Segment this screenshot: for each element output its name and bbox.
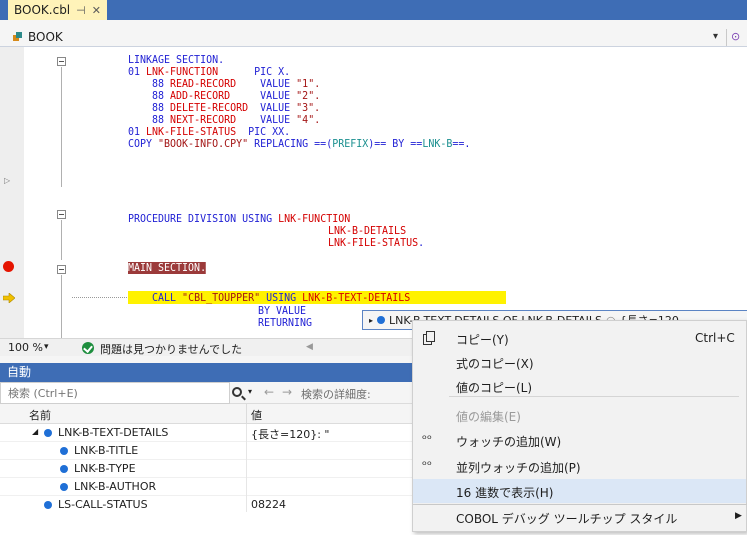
code-line: 88 DELETE-RECORD VALUE "3". — [128, 102, 321, 114]
close-icon[interactable]: ✕ — [92, 4, 101, 17]
tab-book-cbl[interactable]: BOOK.cbl ⊣ ✕ — [8, 0, 107, 20]
row-name: LNK-B-TEXT-DETAILS — [58, 426, 169, 439]
menu-item-copy-value[interactable]: 値のコピー(L) — [413, 374, 746, 398]
code-editor[interactable]: ▷ LINKAGE SECTION. 01 LNK-FUNCTION PIC X… — [0, 47, 747, 338]
menu-item-edit-value: 値の編集(E) — [456, 410, 521, 424]
menu-item-add-watch[interactable]: ᵒᵒ ウォッチの追加(W) — [413, 428, 746, 452]
code-line: BY VALUE — [258, 305, 307, 317]
column-header-value[interactable]: 値 — [251, 407, 262, 423]
current-statement-arrow-icon — [3, 293, 15, 303]
scroll-left-icon[interactable]: ◀ — [306, 342, 313, 352]
column-divider — [246, 460, 247, 478]
code-line: 88 READ-RECORD VALUE "1". — [128, 78, 321, 90]
check-circle-icon — [82, 342, 94, 354]
field-icon — [44, 501, 52, 509]
code-line: LNK-B-DETAILS — [328, 225, 407, 237]
current-line-guide — [72, 297, 127, 298]
datatip-expand-icon[interactable]: ▸ — [369, 316, 373, 325]
collapse-icon[interactable] — [57, 265, 66, 274]
submenu-arrow-icon: ▶ — [735, 511, 742, 521]
column-header-name[interactable]: 名前 — [29, 407, 51, 423]
zoom-level[interactable]: 100 % — [8, 341, 43, 354]
expand-arrow-icon[interactable]: ▷ — [4, 176, 10, 185]
code-line: MAIN SECTION. — [128, 262, 207, 274]
code-line: 01 LNK-FILE-STATUS PIC XX. — [128, 126, 291, 138]
member-icon[interactable]: ⊙ — [731, 30, 740, 43]
search-icon[interactable] — [232, 387, 242, 397]
outline-line — [61, 275, 62, 338]
outline-line — [61, 220, 62, 260]
collapse-icon[interactable] — [57, 210, 66, 219]
code-line: 01 LNK-FUNCTION PIC X. — [128, 66, 291, 78]
context-menu: コピー(Y) Ctrl+C 式のコピー(X) 値のコピー(L) 値の編集(E) … — [412, 320, 747, 505]
field-icon — [44, 429, 52, 437]
menu-separator — [449, 396, 739, 397]
code-line: RETURNING — [258, 317, 313, 329]
menu-item-cobol-tooltip-style[interactable]: COBOL デバッグ ツールチップ スタイル ▶ — [413, 505, 746, 529]
menu-item-add-parallel-watch[interactable]: ᵒᵒ 並列ウォッチの追加(P) — [413, 454, 746, 478]
field-icon — [60, 447, 68, 455]
program-icon — [13, 32, 22, 41]
column-divider — [246, 424, 247, 442]
code-line: LNK-FILE-STATUS. — [328, 237, 425, 249]
column-divider — [246, 442, 247, 460]
collapse-icon[interactable] — [57, 57, 66, 66]
forward-arrow-icon[interactable]: → — [282, 385, 292, 399]
column-divider — [246, 478, 247, 496]
row-value: 08224 — [251, 498, 286, 511]
row-name: LNK-B-AUTHOR — [74, 480, 157, 493]
field-icon — [60, 465, 68, 473]
scope-selector[interactable]: BOOK — [28, 30, 63, 44]
chevron-down-icon[interactable]: ▾ — [248, 387, 252, 396]
navigation-bar: BOOK ▾ ⊙ — [0, 28, 747, 47]
chevron-down-icon[interactable]: ▾ — [44, 342, 49, 352]
pin-icon[interactable]: ⊣ — [76, 4, 86, 17]
row-value: {長さ=120}: " — [251, 428, 330, 441]
chevron-down-icon[interactable]: ▾ — [713, 31, 718, 42]
breakpoint-highlight: MAIN SECTION. — [128, 262, 207, 274]
outline-line — [61, 67, 62, 187]
document-tab-strip: BOOK.cbl ⊣ ✕ — [0, 0, 747, 20]
menu-item-copy[interactable]: コピー(Y) Ctrl+C — [413, 326, 746, 350]
code-line: LINKAGE SECTION. — [128, 54, 225, 66]
collapse-arrow-icon[interactable]: ◢ — [32, 427, 38, 436]
row-name: LS-CALL-STATUS — [58, 498, 148, 511]
code-line: CALL "CBL_TOUPPER" USING LNK-B-TEXT-DETA… — [128, 292, 411, 304]
code-line: 88 NEXT-RECORD VALUE "4". — [128, 114, 321, 126]
code-line: PROCEDURE DIVISION USING LNK-FUNCTION — [128, 213, 351, 225]
code-line: 88 ADD-RECORD VALUE "2". — [128, 90, 321, 102]
navbar-divider — [726, 29, 727, 46]
back-arrow-icon[interactable]: ← — [264, 385, 274, 399]
context-menu-continued: COBOL デバッグ ツールチップ スタイル ▶ — [412, 505, 747, 532]
glasses-icon: ᵒᵒ — [422, 432, 432, 446]
menu-item-copy-expression[interactable]: 式のコピー(X) — [413, 350, 746, 374]
code-line: COPY "BOOK-INFO.CPY" REPLACING ==(PREFIX… — [128, 138, 471, 150]
menu-item-hex-display[interactable]: 16 進数で表示(H) — [413, 479, 746, 503]
glasses-icon: ᵒᵒ — [422, 458, 432, 472]
row-name: LNK-B-TITLE — [74, 444, 139, 457]
breakpoint-icon[interactable] — [3, 261, 14, 272]
issues-status[interactable]: 問題は見つかりませんでした — [100, 341, 242, 357]
row-name: LNK-B-TYPE — [74, 462, 136, 475]
column-divider[interactable] — [246, 404, 247, 424]
search-depth-label: 検索の詳細度: — [301, 388, 371, 401]
tab-title: BOOK.cbl — [14, 3, 71, 17]
field-icon — [60, 483, 68, 491]
field-icon — [377, 316, 386, 324]
copy-icon — [423, 331, 435, 345]
search-input[interactable] — [0, 382, 230, 404]
